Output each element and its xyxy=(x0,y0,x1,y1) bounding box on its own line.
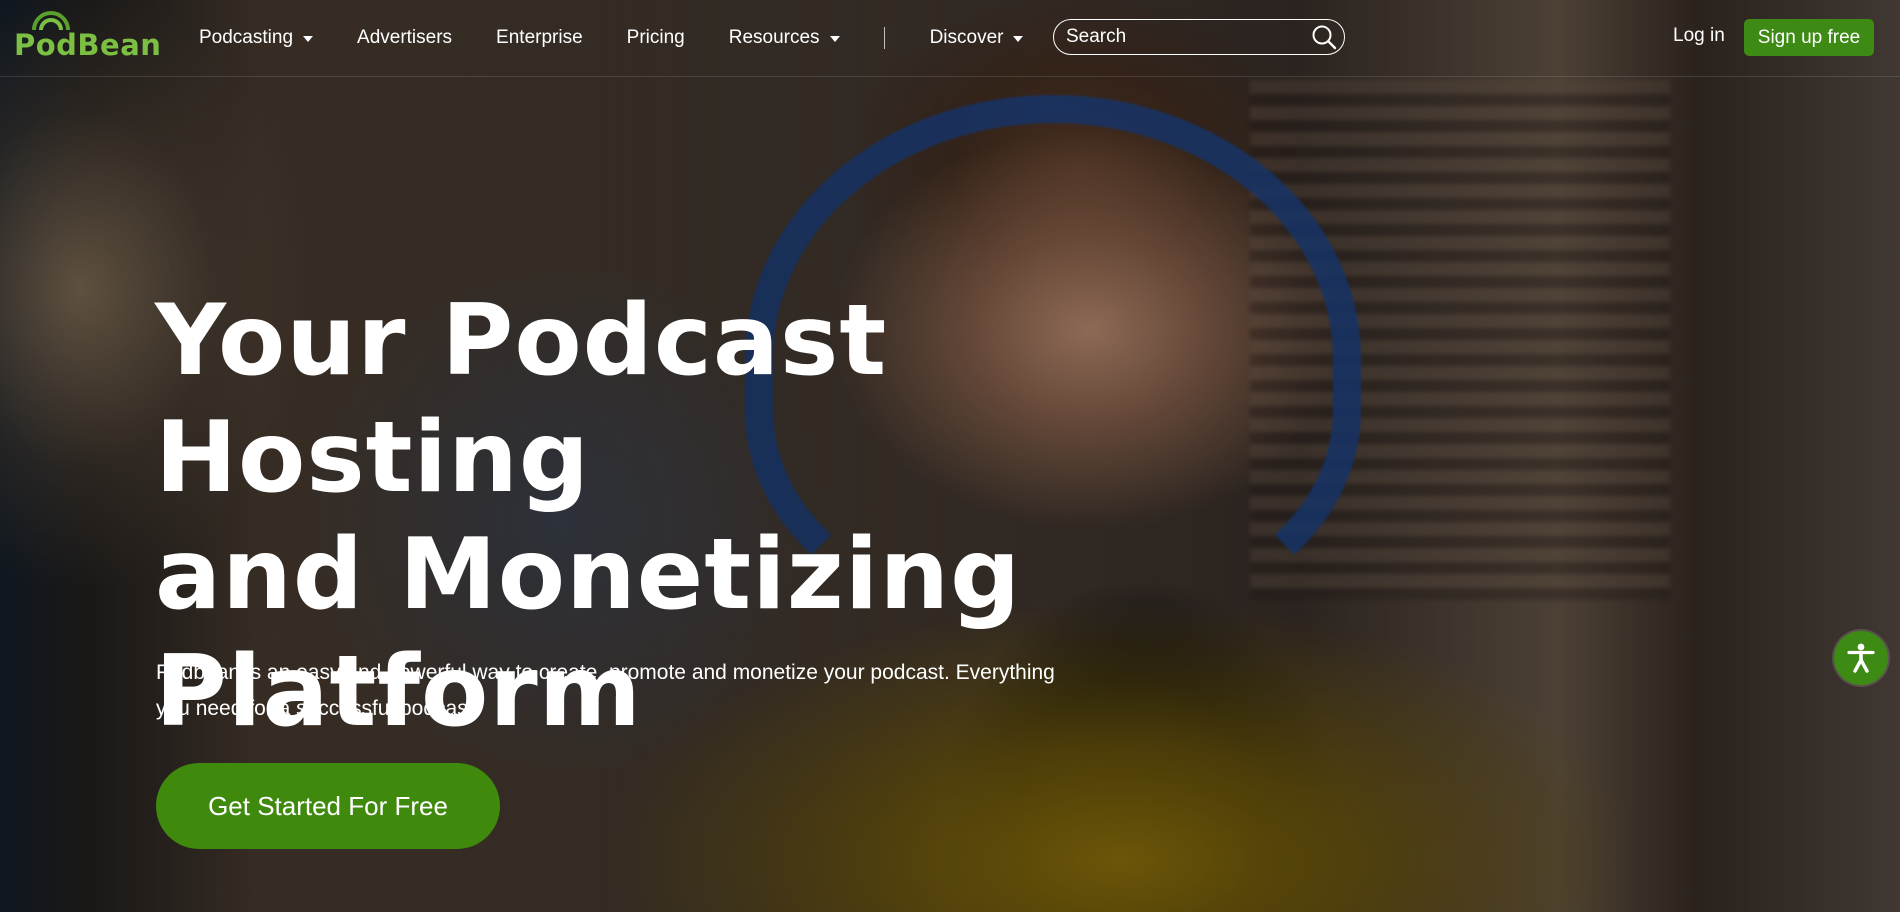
accessibility-icon xyxy=(1847,643,1875,673)
logo-signal-icon xyxy=(32,11,70,31)
hero-title-line: and Monetizing xyxy=(155,518,1022,632)
main-nav: Podcasting Advertisers Enterprise Pricin… xyxy=(199,0,1067,76)
nav-item-label: Enterprise xyxy=(496,27,583,48)
nav-item-label: Podcasting xyxy=(199,27,294,48)
chevron-down-icon xyxy=(829,36,840,42)
nav-item-label: Discover xyxy=(929,27,1004,48)
nav-item-resources[interactable]: Resources xyxy=(729,27,840,49)
login-link[interactable]: Log in xyxy=(1673,25,1725,47)
nav-item-label: Advertisers xyxy=(357,27,453,48)
get-started-button[interactable]: Get Started For Free xyxy=(156,763,500,849)
nav-item-label: Resources xyxy=(728,27,820,48)
signup-button[interactable]: Sign up free xyxy=(1744,19,1874,56)
search-box xyxy=(1053,19,1345,55)
chevron-down-icon xyxy=(1013,36,1024,42)
nav-item-podcasting[interactable]: Podcasting xyxy=(199,27,314,49)
site-header: PodBean Podcasting Advertisers Enterpris… xyxy=(0,0,1900,77)
search-icon[interactable] xyxy=(1311,23,1337,51)
nav-item-discover[interactable]: Discover xyxy=(930,27,1024,49)
podbean-logo[interactable]: PodBean xyxy=(14,11,161,62)
hero-subtitle: Podbean is an easy and powerful way to c… xyxy=(156,661,1055,720)
nav-item-pricing[interactable]: Pricing xyxy=(627,27,685,49)
page: PodBean Podcasting Advertisers Enterpris… xyxy=(0,0,1900,912)
hero-title-line: Your Podcast Hosting xyxy=(155,284,888,515)
nav-divider xyxy=(883,27,885,49)
search-input[interactable] xyxy=(1066,26,1311,48)
nav-item-advertisers[interactable]: Advertisers xyxy=(357,27,452,49)
chevron-down-icon xyxy=(303,36,314,42)
nav-item-label: Pricing xyxy=(626,27,685,48)
accessibility-button[interactable] xyxy=(1834,631,1888,685)
nav-item-enterprise[interactable]: Enterprise xyxy=(496,27,583,49)
